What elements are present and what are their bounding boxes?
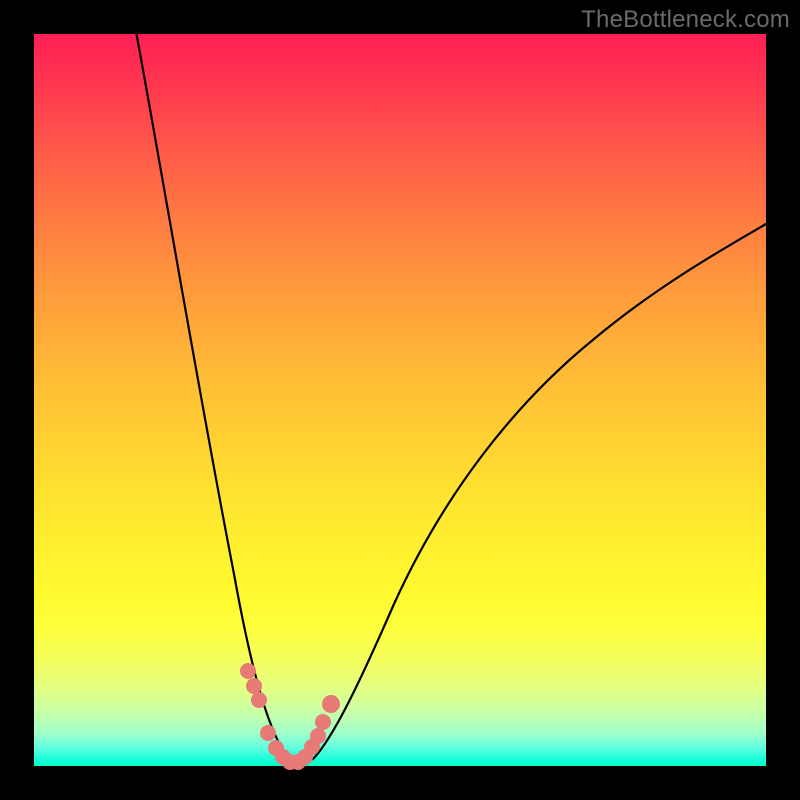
chart-frame: TheBottleneck.com (0, 0, 800, 800)
chart-plot-area (34, 34, 766, 766)
chart-svg (34, 34, 766, 766)
watermark-text: TheBottleneck.com (581, 6, 790, 34)
curve-sample-markers (240, 663, 340, 770)
bottleneck-curve (137, 34, 767, 764)
